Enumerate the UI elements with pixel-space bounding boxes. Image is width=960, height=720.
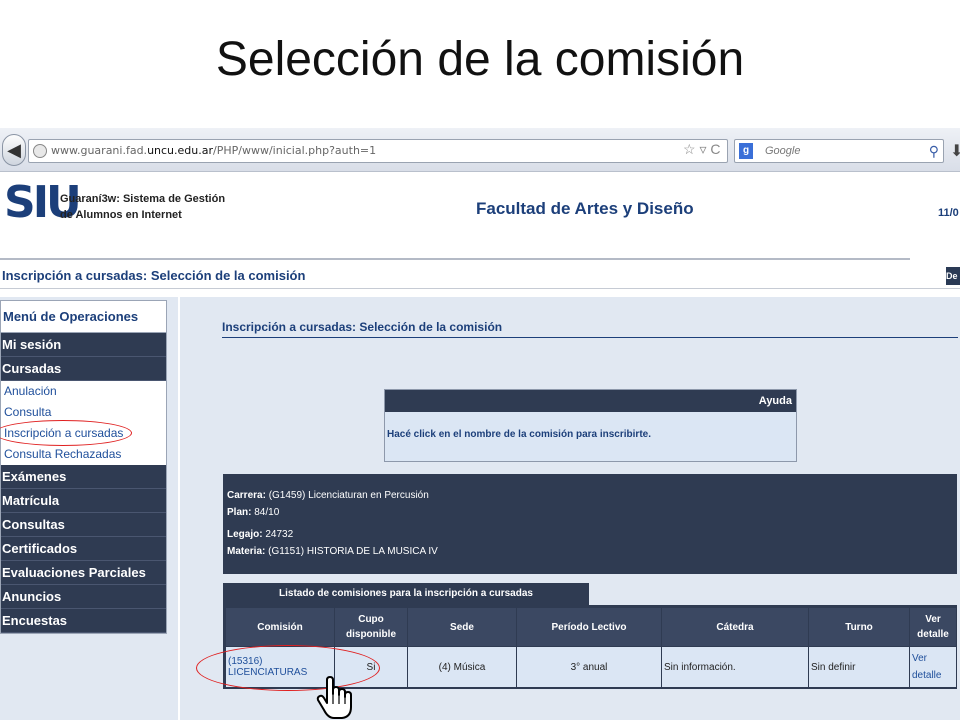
menu-encuestas[interactable]: Encuestas (1, 609, 166, 633)
search-input[interactable]: g Google ⚲ (734, 139, 944, 163)
globe-icon (33, 144, 47, 158)
system-name-line2: de Alumnos en Internet (60, 209, 182, 221)
help-box: Ayuda Hacé click en el nombre de la comi… (384, 389, 797, 462)
cell-periodo: 3° anual (517, 647, 661, 687)
menu-consultas[interactable]: Consultas (1, 513, 166, 537)
commission-list-title: Listado de comisiones para la inscripció… (223, 583, 589, 605)
content-title: Inscripción a cursadas: Selección de la … (222, 320, 503, 334)
logout-button[interactable]: De (946, 267, 960, 285)
system-name: Guaraní3w: Sistema de Gestión de Alumnos… (60, 191, 225, 223)
google-icon: g (739, 143, 753, 159)
col-periodo: Período Lectivo (517, 608, 661, 646)
url-prefix: www.guarani.fad. (51, 144, 148, 157)
cell-catedra: Sin información. (662, 647, 808, 687)
menu-certificados[interactable]: Certificados (1, 537, 166, 561)
search-placeholder: Google (765, 145, 801, 157)
help-title: Ayuda (385, 390, 796, 412)
carrera-line: Carrera: (G1459) Licenciaturan en Percus… (227, 490, 429, 501)
student-info-box: Carrera: (G1459) Licenciaturan en Percus… (223, 474, 957, 574)
slide-title: Selección de la comisión (215, 33, 745, 86)
bookmark-reload-icons[interactable]: ☆ ▿ C (683, 141, 720, 158)
content-title-divider (222, 337, 958, 338)
menu-examenes[interactable]: Exámenes (1, 465, 166, 489)
url-host: uncu.edu.ar (147, 144, 214, 157)
menu-item-consulta-rechazadas[interactable]: Consulta Rechazadas (1, 444, 166, 465)
url-path: /PHP/www/inicial.php?auth=1 (213, 144, 377, 157)
materia-line: Materia: (G1151) HISTORIA DE LA MUSICA I… (227, 545, 438, 557)
plan-line: Plan: 84/10 (227, 506, 280, 518)
faculty-name: Facultad de Artes y Diseño (476, 199, 694, 218)
highlight-oval-menu (0, 420, 132, 446)
back-icon[interactable]: ◀ (2, 134, 26, 166)
operations-menu: Menú de Operaciones Mi sesión Cursadas A… (0, 300, 167, 634)
menu-item-anulacion[interactable]: Anulación (1, 381, 166, 402)
search-icon[interactable]: ⚲ (929, 140, 939, 162)
browser-toolbar: ◀ www.guarani.fad.uncu.edu.ar/PHP/www/in… (0, 128, 960, 172)
col-turno: Turno (809, 608, 909, 646)
menu-anuncios[interactable]: Anuncios (1, 585, 166, 609)
menu-cursadas[interactable]: Cursadas (1, 357, 166, 381)
page-heading: Inscripción a cursadas: Selección de la … (2, 268, 306, 283)
help-text: Hacé click en el nombre de la comisión p… (387, 429, 651, 440)
cell-turno: Sin definir (809, 647, 909, 687)
header-divider (0, 258, 910, 260)
legajo-line: Legajo: 24732 (227, 529, 294, 540)
col-cupo: Cupo disponible (335, 608, 407, 646)
cell-sede: (4) Música (408, 647, 516, 687)
heading-divider (0, 288, 960, 289)
system-name-line1: Guaraní3w: Sistema de Gestión (60, 193, 226, 205)
download-icon[interactable]: ⬇ (950, 141, 960, 161)
col-comision: Comisión (226, 608, 334, 646)
ver-detalle-link[interactable]: Ver detalle (910, 647, 956, 687)
address-bar[interactable]: www.guarani.fad.uncu.edu.ar/PHP/www/inic… (28, 139, 728, 163)
menu-mi-sesion[interactable]: Mi sesión (1, 333, 166, 357)
hand-cursor-icon (316, 676, 352, 719)
menu-evaluaciones-parciales[interactable]: Evaluaciones Parciales (1, 561, 166, 585)
date-text: 11/0 (938, 207, 959, 219)
menu-title: Menú de Operaciones (1, 301, 166, 333)
table-header-row: Comisión Cupo disponible Sede Período Le… (226, 608, 956, 646)
col-ver-detalle: Ver detalle (910, 608, 956, 646)
menu-matricula[interactable]: Matrícula (1, 489, 166, 513)
col-catedra: Cátedra (662, 608, 808, 646)
col-sede: Sede (408, 608, 516, 646)
